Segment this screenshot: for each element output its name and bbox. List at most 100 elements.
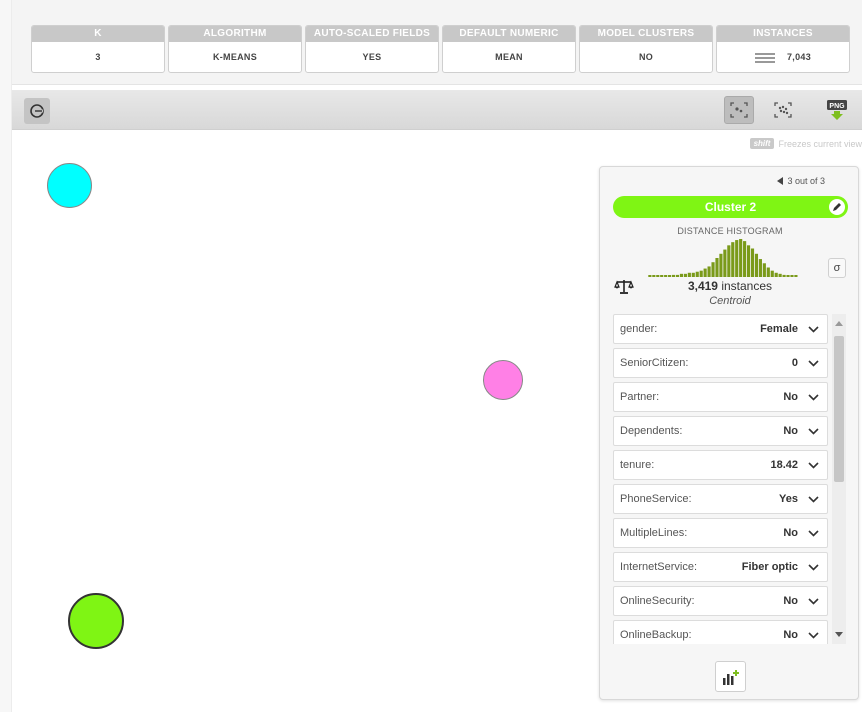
show-instances-button[interactable]	[768, 96, 798, 124]
field-name: InternetService:	[620, 561, 698, 573]
histogram-bar	[683, 273, 687, 277]
cluster-bubble-2-selected[interactable]	[68, 593, 124, 649]
histogram-bar	[754, 253, 759, 277]
summary-card-k: K 3	[31, 25, 165, 73]
field-value: No	[783, 527, 798, 539]
previous-arrow-icon[interactable]	[777, 177, 784, 185]
shift-key-badge: shift	[749, 138, 775, 149]
summary-card-instances[interactable]: INSTANCES 7,043	[716, 25, 850, 73]
centroid-field-list: gender: Female SeniorCitizen: 0 Partner:…	[613, 314, 828, 644]
scatter-icon	[774, 102, 792, 118]
field-row-partner[interactable]: Partner: No	[613, 382, 828, 412]
cluster-name: Cluster 2	[704, 200, 757, 214]
field-name: Partner:	[620, 391, 660, 403]
focus-clusters-icon	[730, 102, 748, 118]
chevron-down-icon[interactable]	[808, 393, 819, 401]
chevron-down-icon[interactable]	[808, 597, 819, 605]
pager-text: 3 out of 3	[787, 176, 825, 186]
scroll-up-arrow-icon[interactable]	[835, 321, 843, 326]
summary-value: MEAN	[495, 52, 523, 62]
summary-value: YES	[362, 52, 382, 62]
histogram-bar	[664, 275, 668, 277]
edit-pencil-icon[interactable]	[829, 199, 845, 215]
cluster-bubble-1[interactable]	[483, 360, 523, 400]
histogram-bar	[679, 273, 684, 277]
chevron-down-icon[interactable]	[808, 563, 819, 571]
summary-header: ALGORITHM	[169, 26, 301, 42]
summary-value: NO	[638, 52, 654, 62]
histogram-bar	[750, 248, 755, 277]
histogram-bar	[671, 274, 676, 277]
reset-view-button[interactable]	[24, 98, 50, 124]
export-png-button[interactable]: PNG	[822, 96, 852, 124]
field-row-tenure[interactable]: tenure: 18.42	[613, 450, 828, 480]
field-value: Yes	[779, 493, 798, 505]
summary-header: AUTO-SCALED FIELDS	[306, 26, 438, 42]
histogram-bar	[711, 262, 715, 277]
field-row-onlinebackup[interactable]: OnlineBackup: No	[613, 620, 828, 644]
histogram-bar	[703, 268, 707, 277]
histogram-bar	[731, 242, 735, 277]
summary-header: INSTANCES	[717, 26, 849, 42]
model-summary: K 3 ALGORITHM K-MEANS AUTO-SCALED FIELDS…	[31, 25, 850, 73]
histogram-bar	[766, 267, 770, 277]
cluster-pager[interactable]: 3 out of 3	[777, 176, 825, 186]
histogram-bar	[743, 241, 747, 277]
scrollbar-thumb[interactable]	[834, 336, 844, 482]
histogram-bar	[758, 259, 762, 277]
field-name: OnlineSecurity:	[620, 595, 695, 607]
chevron-down-icon[interactable]	[808, 325, 819, 333]
histogram-bar	[770, 270, 774, 277]
field-row-internetservice[interactable]: InternetService: Fiber optic	[613, 552, 828, 582]
histogram-bar	[782, 274, 786, 277]
field-value: No	[783, 595, 798, 607]
histogram-label: DISTANCE HISTOGRAM	[677, 226, 783, 236]
summary-card-default-numeric: DEFAULT NUMERIC MEAN	[442, 25, 576, 73]
field-name: SeniorCitizen:	[620, 357, 689, 369]
histogram-bar	[719, 253, 723, 277]
histogram-bar	[652, 275, 656, 277]
field-row-multiplelines[interactable]: MultipleLines: No	[613, 518, 828, 548]
field-name: MultipleLines:	[620, 527, 688, 539]
add-chart-icon	[722, 669, 739, 685]
cluster-chart-button[interactable]	[715, 661, 746, 692]
field-row-gender[interactable]: gender: Female	[613, 314, 828, 344]
histogram-bar	[794, 275, 798, 277]
histogram-bar	[691, 272, 695, 277]
histogram-bar	[695, 271, 699, 277]
sigma-button[interactable]: σ	[828, 258, 846, 278]
chevron-down-icon[interactable]	[808, 427, 819, 435]
instances-count: 3,419 instances	[600, 279, 860, 293]
chevron-down-icon[interactable]	[808, 461, 819, 469]
chevron-down-icon[interactable]	[808, 359, 819, 367]
field-row-dependents[interactable]: Dependents: No	[613, 416, 828, 446]
field-name: PhoneService:	[620, 493, 692, 505]
chevron-down-icon[interactable]	[808, 631, 819, 639]
distance-histogram	[648, 239, 798, 277]
field-row-phoneservice[interactable]: PhoneService: Yes	[613, 484, 828, 514]
histogram-bar	[699, 270, 703, 277]
cluster-detail-panel: 3 out of 3 Cluster 2 DISTANCE HISTOGRAM …	[599, 166, 859, 700]
histogram-bar	[746, 245, 751, 277]
list-icon[interactable]	[754, 52, 775, 64]
histogram-bar	[723, 249, 727, 277]
scroll-down-arrow-icon[interactable]	[835, 632, 843, 637]
field-row-onlinesecurity[interactable]: OnlineSecurity: No	[613, 586, 828, 616]
summary-header: DEFAULT NUMERIC	[443, 26, 575, 42]
png-label: PNG	[829, 103, 845, 110]
field-name: tenure:	[620, 459, 655, 471]
png-download-icon: PNG	[827, 100, 847, 120]
cluster-bubble-0[interactable]	[47, 163, 92, 208]
chevron-down-icon[interactable]	[808, 495, 819, 503]
chevron-down-icon[interactable]	[808, 529, 819, 537]
field-list-scrollbar[interactable]	[832, 314, 846, 644]
zoom-fit-button[interactable]	[724, 96, 754, 124]
histogram-bar	[774, 272, 778, 277]
summary-card-auto-scaled: AUTO-SCALED FIELDS YES	[305, 25, 439, 73]
histogram-bar	[778, 273, 782, 277]
instances-word: instances	[721, 279, 773, 293]
field-row-seniorcitizen[interactable]: SeniorCitizen: 0	[613, 348, 828, 378]
summary-header: K	[32, 26, 164, 42]
view-toolbar: PNG	[12, 90, 862, 130]
histogram-bar	[687, 272, 691, 277]
